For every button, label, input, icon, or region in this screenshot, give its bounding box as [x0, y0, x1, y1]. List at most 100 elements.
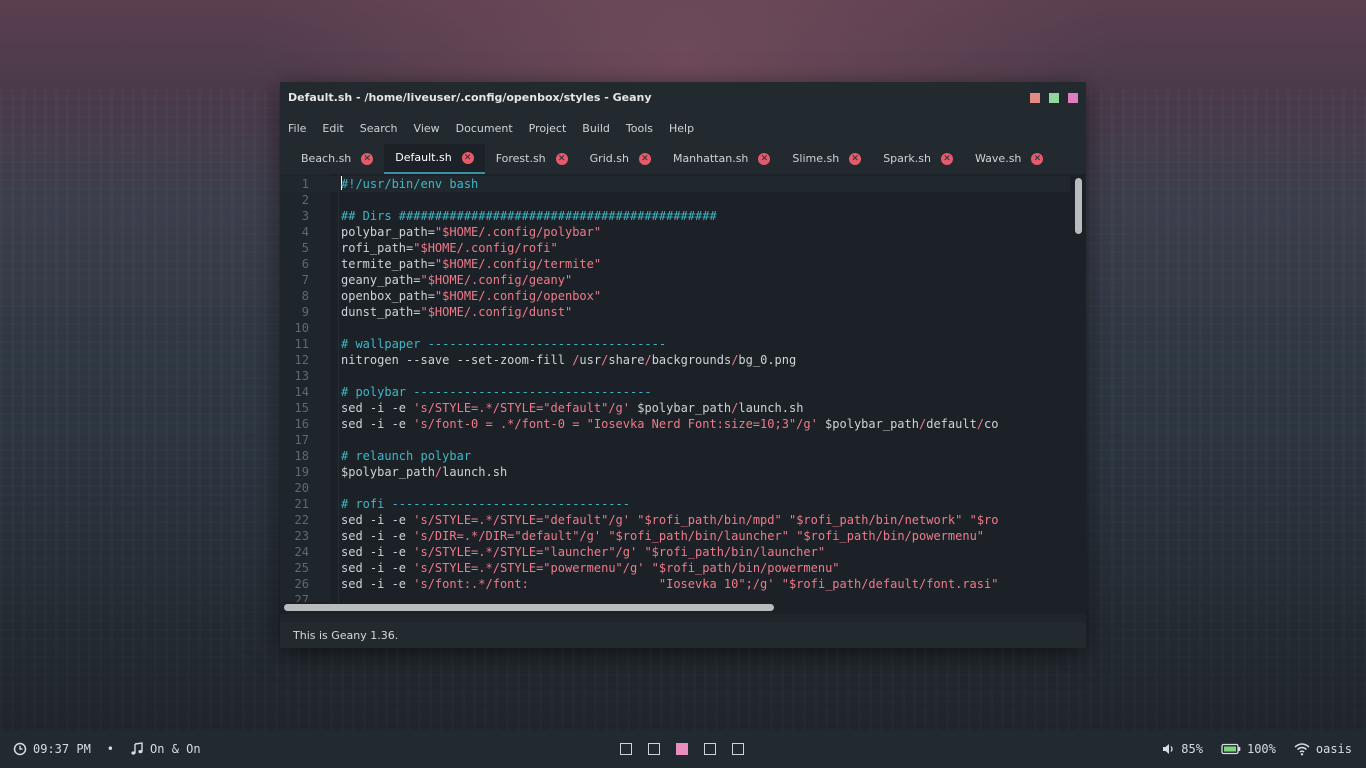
code-token: "$rofi_path/bin/powermenu" — [796, 528, 985, 543]
tab-label: Manhattan.sh — [672, 152, 749, 166]
code-token: 's/STYLE=.*/STYLE="default"/g' — [413, 512, 630, 527]
code-token: sed -i -e — [341, 400, 414, 415]
workspace-5[interactable] — [732, 743, 744, 755]
code-token: "$rofi_path/bin/launcher" — [608, 528, 789, 543]
line-number: 9 — [301, 304, 309, 319]
close-tab-icon[interactable]: ✕ — [1031, 152, 1044, 165]
tab-manhattan[interactable]: Manhattan.sh ✕ — [662, 144, 781, 174]
wifi-icon[interactable] — [1294, 742, 1310, 757]
network-name[interactable]: oasis — [1316, 742, 1352, 756]
code-lines[interactable]: 1 #!/usr/bin/env bash 2 3 ## Dirs ##########… — [280, 174, 1070, 602]
battery-icon — [1221, 742, 1241, 757]
volume-level[interactable]: 85% — [1181, 742, 1203, 756]
code-token: default — [926, 416, 977, 431]
close-tab-icon[interactable]: ✕ — [461, 151, 474, 164]
line-number: 16 — [294, 416, 309, 431]
workspace-switcher — [620, 730, 744, 768]
taskbar-left: 09:37 PM • On & On — [13, 730, 201, 768]
minimize-button[interactable] — [1030, 92, 1040, 103]
tab-default[interactable]: Default.sh ✕ — [384, 143, 485, 174]
code-token: "$HOME/.config/rofi" — [413, 240, 558, 255]
code-token: share — [608, 352, 645, 367]
line-text: sed -i -e 's/font:.*/font: "Iosevka 10";… — [341, 576, 998, 592]
line-number: 25 — [294, 560, 309, 575]
line-number: 10 — [294, 320, 309, 335]
code-token: rofi_path= — [341, 240, 414, 255]
workspace-2[interactable] — [648, 743, 660, 755]
tab-grid[interactable]: Grid.sh ✕ — [579, 144, 662, 174]
taskbar: 09:37 PM • On & On 85% 100% oasis — [0, 730, 1366, 768]
code-token: geany_path= — [341, 272, 421, 287]
line-text: polybar_path="$HOME/.config/polybar" — [341, 224, 601, 240]
menu-help[interactable]: Help — [669, 122, 694, 135]
code-token: / — [976, 416, 985, 431]
code-token: 's/font:.*/font: "Iosevka 10";/g' — [413, 576, 775, 591]
menu-tools[interactable]: Tools — [626, 122, 653, 135]
message-panel: This is Geany 1.36. — [280, 622, 1086, 648]
code-token: # polybar ------------------------------… — [341, 384, 652, 399]
menu-edit[interactable]: Edit — [322, 122, 343, 135]
code-token: # rofi --------------------------------- — [341, 496, 630, 511]
maximize-button[interactable] — [1049, 92, 1059, 103]
volume-icon[interactable] — [1161, 742, 1175, 757]
code-line[interactable]: 1 #!/usr/bin/env bash — [280, 175, 1070, 192]
line-number: 13 — [294, 368, 309, 383]
code-token: usr — [579, 352, 602, 367]
tab-wave[interactable]: Wave.sh ✕ — [964, 144, 1054, 174]
code-token: sed -i -e — [341, 560, 414, 575]
close-tab-icon[interactable]: ✕ — [941, 152, 953, 165]
tab-spark[interactable]: Spark.sh ✕ — [872, 144, 964, 174]
tab-slime[interactable]: Slime.sh ✕ — [781, 144, 872, 174]
clock-icon — [13, 742, 27, 757]
close-tab-icon[interactable]: ✕ — [638, 152, 651, 165]
menu-project[interactable]: Project — [529, 122, 567, 135]
code-token: launch.sh — [442, 464, 508, 479]
tab-label: Slime.sh — [792, 152, 840, 166]
line-text: # relaunch polybar — [341, 448, 471, 464]
code-editor[interactable]: 1 #!/usr/bin/env bash 2 3 ## Dirs ##########… — [280, 173, 1086, 603]
tab-label: Forest.sh — [495, 152, 546, 166]
window-title: Default.sh - /home/liveuser/.config/open… — [288, 91, 652, 105]
horizontal-scrollbar[interactable] — [284, 604, 774, 612]
menu-search[interactable]: Search — [360, 122, 398, 135]
menubar: File Edit Search View Document Project Build To… — [280, 113, 1086, 144]
code-token: 's/STYLE=.*/STYLE="powermenu"/g' — [413, 560, 645, 575]
vertical-scrollbar[interactable] — [1075, 177, 1082, 234]
workspace-3[interactable] — [676, 743, 688, 755]
line-number: 5 — [301, 240, 309, 255]
close-tab-icon[interactable]: ✕ — [758, 152, 771, 165]
line-number: 14 — [294, 384, 309, 399]
code-token: sed -i -e — [341, 528, 414, 543]
line-number: 27 — [294, 592, 309, 603]
line-text: $polybar_path/launch.sh — [341, 464, 507, 480]
workspace-1[interactable] — [620, 743, 632, 755]
line-text: geany_path="$HOME/.config/geany" — [341, 272, 572, 288]
code-token: "$ro — [969, 512, 999, 527]
close-tab-icon[interactable]: ✕ — [849, 152, 862, 165]
tab-forest[interactable]: Forest.sh ✕ — [485, 144, 579, 174]
battery-level: 100% — [1246, 742, 1276, 756]
code-token: "$rofi_path/bin/launcher" — [644, 544, 826, 559]
tab-beach[interactable]: Beach.sh ✕ — [290, 144, 384, 174]
code-token: "$HOME/.config/termite" — [434, 256, 602, 271]
close-tab-icon[interactable]: ✕ — [361, 152, 374, 165]
menu-document[interactable]: Document — [456, 122, 513, 135]
line-number: 22 — [294, 512, 309, 527]
close-tab-icon[interactable]: ✕ — [555, 152, 568, 165]
workspace-4[interactable] — [704, 743, 716, 755]
code-token: "$rofi_path/bin/network" — [788, 512, 963, 527]
line-text: # rofi --------------------------------- — [341, 496, 630, 512]
line-number: 20 — [294, 480, 309, 495]
clock-text[interactable]: 09:37 PM — [33, 742, 91, 756]
code-token: backgrounds — [651, 352, 732, 367]
code-token: 's/font-0 = .*/font-0 = "Iosevka Nerd Fo… — [413, 416, 818, 431]
close-button[interactable] — [1068, 92, 1078, 103]
music-status[interactable]: On & On — [150, 742, 201, 756]
titlebar[interactable]: Default.sh - /home/liveuser/.config/open… — [280, 82, 1086, 114]
menu-file[interactable]: File — [288, 122, 306, 135]
menu-build[interactable]: Build — [582, 122, 610, 135]
geany-window[interactable]: Default.sh - /home/liveuser/.config/open… — [280, 82, 1086, 648]
tab-label: Default.sh — [395, 151, 452, 165]
menu-view[interactable]: View — [414, 122, 440, 135]
